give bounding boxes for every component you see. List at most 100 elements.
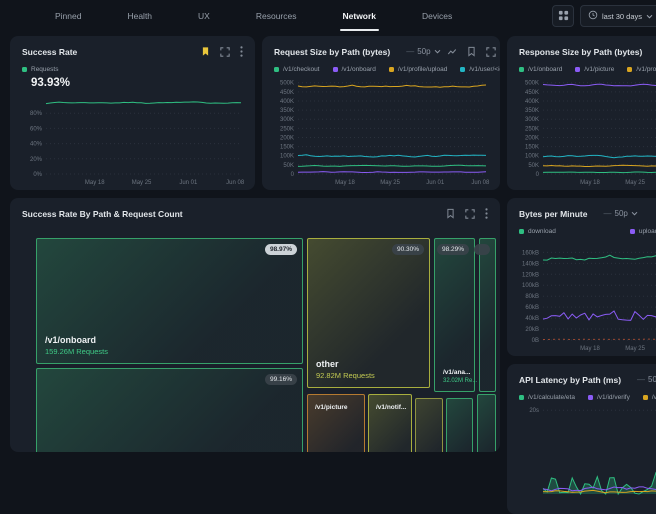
legend-item[interactable]: Requests — [22, 66, 58, 73]
card-actions — [201, 46, 243, 57]
legend-swatch-icon — [519, 229, 524, 234]
legend-item[interactable]: /v1/onboard — [519, 66, 562, 73]
legend-item[interactable]: /v1/picture — [575, 66, 614, 73]
legend-label: /v1/onboard — [528, 66, 562, 73]
svg-text:450K: 450K — [280, 90, 294, 96]
treemap-cell-other[interactable]: 90.30%other92.82M Requests — [307, 238, 430, 388]
tab-network[interactable]: Network — [343, 0, 377, 32]
legend-swatch-icon — [627, 67, 632, 72]
treemap-cell-cell-10[interactable] — [477, 394, 496, 452]
success-rate-badge: 90.30% — [392, 244, 424, 255]
svg-text:40%: 40% — [30, 142, 43, 148]
treemap-cell-picture[interactable]: /v1/picture — [307, 394, 365, 452]
svg-text:20s: 20s — [529, 408, 539, 414]
treemap-cell-cell-8[interactable] — [415, 398, 443, 452]
card-header: Success Rate By Path & Request Count — [10, 198, 500, 219]
pin-icon[interactable] — [446, 208, 455, 219]
expand-icon[interactable] — [465, 209, 475, 219]
tab-health[interactable]: Health — [127, 0, 152, 32]
svg-text:20kB: 20kB — [525, 327, 539, 333]
card-header: Response Size by Path (bytes) — 50p — [507, 36, 656, 57]
card-request-size: Request Size by Path (bytes) — 50p /v1/c… — [262, 36, 500, 190]
legend-item[interactable]: download — [519, 228, 556, 235]
legend-item[interactable]: /v1/calculate/eta — [519, 394, 575, 401]
treemap-cell-row2[interactable]: 99.16% — [36, 368, 303, 452]
percentile-value: 50p — [615, 209, 628, 218]
legend-item[interactable]: /v1/user/<id>/profile — [460, 66, 500, 73]
legend-item[interactable]: /v1/id/verify — [588, 394, 630, 401]
svg-text:Jun 08: Jun 08 — [226, 180, 245, 186]
legend-label: /v1/checkout — [283, 66, 320, 73]
pin-icon[interactable] — [467, 46, 476, 57]
kebab-menu-icon[interactable] — [485, 208, 488, 219]
svg-text:50K: 50K — [528, 163, 539, 169]
expand-icon[interactable] — [486, 47, 496, 57]
success-rate-chart: 0%20%40%60%80%May 18May 25Jun 01Jun 08 — [16, 94, 247, 186]
grid-view-button[interactable] — [552, 5, 574, 27]
svg-text:200K: 200K — [525, 135, 539, 141]
legend-label: /v1/prof — [636, 66, 656, 73]
percentile-select[interactable]: — 50p — [631, 374, 656, 385]
legend: /v1/checkout/v1/onboard/v1/profile/uploa… — [262, 57, 500, 73]
treemap-cell-value: 32.02M Re... — [443, 378, 477, 384]
svg-text:May 25: May 25 — [625, 180, 645, 186]
svg-text:400K: 400K — [525, 99, 539, 105]
svg-text:350K: 350K — [280, 108, 294, 114]
svg-text:150K: 150K — [280, 145, 294, 151]
legend-swatch-icon — [333, 67, 338, 72]
legend-item[interactable]: upload — [630, 228, 656, 235]
tab-resources[interactable]: Resources — [256, 0, 297, 32]
kebab-menu-icon[interactable] — [240, 46, 243, 57]
card-header: Success Rate — [10, 36, 255, 57]
chart-type-icon[interactable] — [447, 47, 457, 57]
legend-item[interactable]: /v1/prof — [627, 66, 656, 73]
treemap-cell-onboard[interactable]: 98.97%/v1/onboard159.26M Requests — [36, 238, 303, 364]
treemap-cell-labels: /v1/ana...32.02M Re... — [443, 369, 477, 384]
success-rate-badge: 99.16% — [265, 374, 297, 385]
card-title: Request Size by Path (bytes) — [274, 47, 390, 57]
card-header: API Latency by Path (ms) — 50p — [507, 364, 656, 385]
tab-pinned[interactable]: Pinned — [55, 0, 81, 32]
svg-text:300K: 300K — [525, 117, 539, 123]
svg-text:60%: 60% — [30, 126, 43, 132]
percentile-select[interactable]: — 50p — [598, 208, 644, 219]
legend-item[interactable]: /v1/onbo — [643, 394, 656, 401]
treemap-cell-value: 159.26M Requests — [45, 347, 108, 356]
treemap-cell-ana[interactable]: 98.29%/v1/ana...32.02M Re... — [434, 238, 475, 392]
svg-text:20%: 20% — [30, 157, 43, 163]
percentile-select[interactable]: — 50p — [400, 46, 446, 57]
treemap-cell-labels: /v1/notif... — [376, 404, 406, 411]
expand-icon[interactable] — [220, 47, 230, 57]
card-title: Response Size by Path (bytes) — [519, 47, 642, 57]
svg-text:May 25: May 25 — [380, 180, 400, 186]
legend-item[interactable]: /v1/profile/upload — [389, 66, 448, 73]
nav-controls: last 30 days Filter/Co — [552, 5, 656, 27]
card-success-rate: Success Rate Requests 93.93% 0%20%40%60%… — [10, 36, 255, 190]
treemap-cell-name: /v1/notif... — [376, 404, 406, 411]
card-response-size: Response Size by Path (bytes) — 50p /v1/… — [507, 36, 656, 190]
request-size-chart: 050K100K150K200K250K300K350K400K450K500K… — [268, 76, 492, 186]
legend-item[interactable]: /v1/checkout — [274, 66, 320, 73]
svg-text:140kB: 140kB — [522, 261, 539, 267]
card-header: Bytes per Minute — 50p — [507, 198, 656, 219]
time-range-select[interactable]: last 30 days — [580, 5, 656, 27]
svg-text:120kB: 120kB — [522, 272, 539, 278]
treemap-cell-name: /v1/onboard — [45, 335, 108, 345]
card-title: Bytes per Minute — [519, 209, 588, 219]
card-bytes-per-minute: Bytes per Minute — 50p downloadupload 0B… — [507, 198, 656, 356]
legend-label: /v1/profile/upload — [398, 66, 448, 73]
svg-text:300K: 300K — [280, 117, 294, 123]
legend-swatch-icon — [389, 67, 394, 72]
percentile-select[interactable]: — 50p — [652, 46, 656, 57]
treemap-cell-cell-9[interactable] — [446, 398, 473, 452]
legend-item[interactable]: /v1/onboard — [333, 66, 376, 73]
tab-ux[interactable]: UX — [198, 0, 210, 32]
tab-devices[interactable]: Devices — [422, 0, 452, 32]
svg-text:May 25: May 25 — [625, 346, 645, 352]
percentile-dash: — — [637, 375, 645, 384]
treemap-cell-notif[interactable]: /v1/notif... — [368, 394, 412, 452]
chevron-down-icon — [646, 12, 653, 21]
treemap-cell-cell-5[interactable] — [479, 238, 496, 392]
card-actions — [446, 208, 488, 219]
pinned-icon[interactable] — [201, 46, 210, 57]
